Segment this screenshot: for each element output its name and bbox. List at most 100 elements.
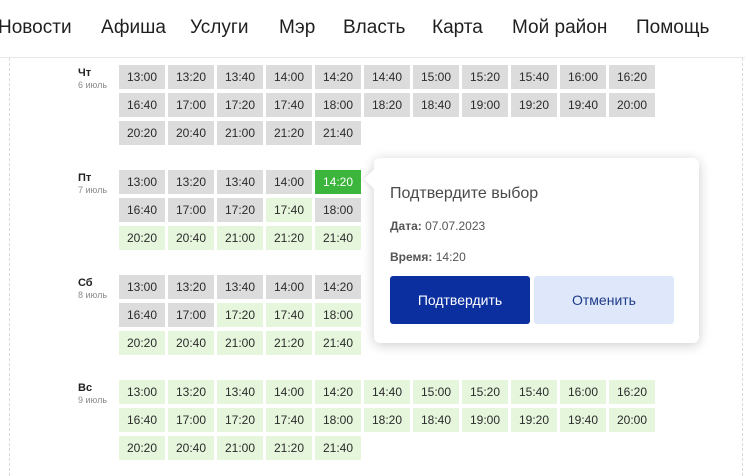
time-value: 14:20 [435, 250, 466, 264]
time-slot[interactable]: 16:40 [119, 93, 165, 117]
time-slot[interactable]: 18:00 [315, 303, 361, 327]
time-slot[interactable]: 17:00 [168, 93, 214, 117]
time-slot[interactable]: 14:00 [266, 170, 312, 194]
time-slot[interactable]: 16:40 [119, 408, 165, 432]
time-slot[interactable]: 20:20 [119, 436, 165, 460]
time-slot[interactable]: 13:00 [119, 170, 165, 194]
time-slot[interactable]: 14:00 [266, 275, 312, 299]
time-slot[interactable]: 16:20 [609, 380, 655, 404]
time-slot[interactable]: 16:40 [119, 303, 165, 327]
time-slot[interactable]: 13:40 [217, 170, 263, 194]
time-slot[interactable]: 15:20 [462, 380, 508, 404]
time-slot[interactable]: 18:40 [413, 408, 459, 432]
time-slot[interactable]: 21:20 [266, 121, 312, 145]
time-slot[interactable]: 18:20 [364, 93, 410, 117]
time-slot[interactable]: 15:40 [511, 65, 557, 89]
time-slot[interactable]: 20:20 [119, 331, 165, 355]
nav-item-map[interactable]: Карта [432, 17, 483, 39]
nav-item-government[interactable]: Власть [343, 17, 405, 39]
time-slot[interactable]: 21:40 [315, 331, 361, 355]
time-slot[interactable]: 17:00 [168, 198, 214, 222]
time-slot[interactable]: 14:20 [315, 380, 361, 404]
time-slot[interactable]: 15:00 [413, 380, 459, 404]
time-slot[interactable]: 21:40 [315, 121, 361, 145]
time-slot[interactable]: 19:20 [511, 408, 557, 432]
time-slot[interactable]: 17:40 [266, 198, 312, 222]
cancel-button[interactable]: Отменить [534, 276, 674, 324]
time-slot[interactable]: 19:00 [462, 408, 508, 432]
time-slot[interactable]: 20:00 [609, 408, 655, 432]
right-divider [742, 58, 743, 476]
time-slot[interactable]: 13:20 [168, 380, 214, 404]
time-slot[interactable]: 21:40 [315, 436, 361, 460]
confirm-button[interactable]: Подтвердить [390, 276, 530, 324]
time-slot[interactable]: 14:40 [364, 380, 410, 404]
time-slot[interactable]: 13:00 [119, 275, 165, 299]
time-slot[interactable]: 17:20 [217, 93, 263, 117]
time-slot[interactable]: 13:40 [217, 275, 263, 299]
nav-item-my-district[interactable]: Мой район [512, 17, 607, 39]
time-slot[interactable]: 13:20 [168, 275, 214, 299]
time-slot[interactable]: 15:40 [511, 380, 557, 404]
time-slot[interactable]: 18:00 [315, 408, 361, 432]
time-slot[interactable]: 20:00 [609, 93, 655, 117]
time-slot[interactable]: 13:20 [168, 170, 214, 194]
time-slot[interactable]: 19:20 [511, 93, 557, 117]
time-slot[interactable]: 20:20 [119, 226, 165, 250]
time-slot[interactable]: 14:20 [315, 275, 361, 299]
time-slot[interactable]: 19:00 [462, 93, 508, 117]
time-slot[interactable]: 18:00 [315, 198, 361, 222]
time-slot[interactable]: 13:00 [119, 380, 165, 404]
time-slot[interactable]: 21:00 [217, 436, 263, 460]
time-slot[interactable]: 18:40 [413, 93, 459, 117]
time-slot[interactable]: 19:40 [560, 93, 606, 117]
time-slot[interactable]: 14:40 [364, 65, 410, 89]
time-slot[interactable]: 20:40 [168, 436, 214, 460]
time-slot[interactable]: 17:20 [217, 198, 263, 222]
time-slot[interactable]: 20:20 [119, 121, 165, 145]
time-slot[interactable]: 21:20 [266, 436, 312, 460]
time-slot[interactable]: 16:40 [119, 198, 165, 222]
time-slot[interactable]: 16:00 [560, 380, 606, 404]
left-divider [9, 58, 10, 476]
time-slot[interactable]: 21:20 [266, 331, 312, 355]
time-slot[interactable]: 13:40 [217, 65, 263, 89]
time-slot[interactable]: 14:20 [315, 65, 361, 89]
time-slot[interactable]: 17:00 [168, 408, 214, 432]
nav-item-news[interactable]: Новости [0, 17, 72, 39]
time-slot[interactable]: 20:40 [168, 226, 214, 250]
time-label: Время: [390, 250, 433, 264]
time-slot[interactable]: 18:20 [364, 408, 410, 432]
nav-item-help[interactable]: Помощь [636, 17, 709, 39]
time-slot[interactable]: 19:40 [560, 408, 606, 432]
time-slot[interactable]: 15:20 [462, 65, 508, 89]
time-slot[interactable]: 21:00 [217, 226, 263, 250]
time-slot[interactable]: 13:20 [168, 65, 214, 89]
nav-item-afisha[interactable]: Афиша [101, 17, 166, 39]
time-slot[interactable]: 20:40 [168, 121, 214, 145]
time-slot[interactable]: 14:00 [266, 380, 312, 404]
time-slot[interactable]: 21:40 [315, 226, 361, 250]
time-slot[interactable]: 21:20 [266, 226, 312, 250]
time-slot[interactable]: 13:00 [119, 65, 165, 89]
time-slot[interactable]: 17:40 [266, 303, 312, 327]
nav-item-mayor[interactable]: Мэр [279, 17, 315, 39]
time-slot[interactable]: 16:20 [609, 65, 655, 89]
time-slot[interactable]: 14:00 [266, 65, 312, 89]
time-slot[interactable]: 17:40 [266, 408, 312, 432]
time-slot-selected[interactable]: 14:20 [315, 170, 361, 194]
time-slot[interactable]: 21:00 [217, 331, 263, 355]
time-slot[interactable]: 17:20 [217, 408, 263, 432]
time-slot[interactable]: 15:00 [413, 65, 459, 89]
time-slot[interactable]: 17:40 [266, 93, 312, 117]
time-slot[interactable]: 16:00 [560, 65, 606, 89]
time-slot[interactable]: 13:40 [217, 380, 263, 404]
nav-item-services[interactable]: Услуги [190, 17, 248, 39]
time-slot[interactable]: 17:00 [168, 303, 214, 327]
time-slot[interactable]: 17:20 [217, 303, 263, 327]
confirm-popover: Подтвердите выбор Дата: 07.07.2023 Время… [364, 158, 699, 343]
time-slot[interactable]: 18:00 [315, 93, 361, 117]
time-slot[interactable]: 20:40 [168, 331, 214, 355]
time-slot[interactable]: 21:00 [217, 121, 263, 145]
popover-time-row: Время: 14:20 [390, 250, 466, 264]
